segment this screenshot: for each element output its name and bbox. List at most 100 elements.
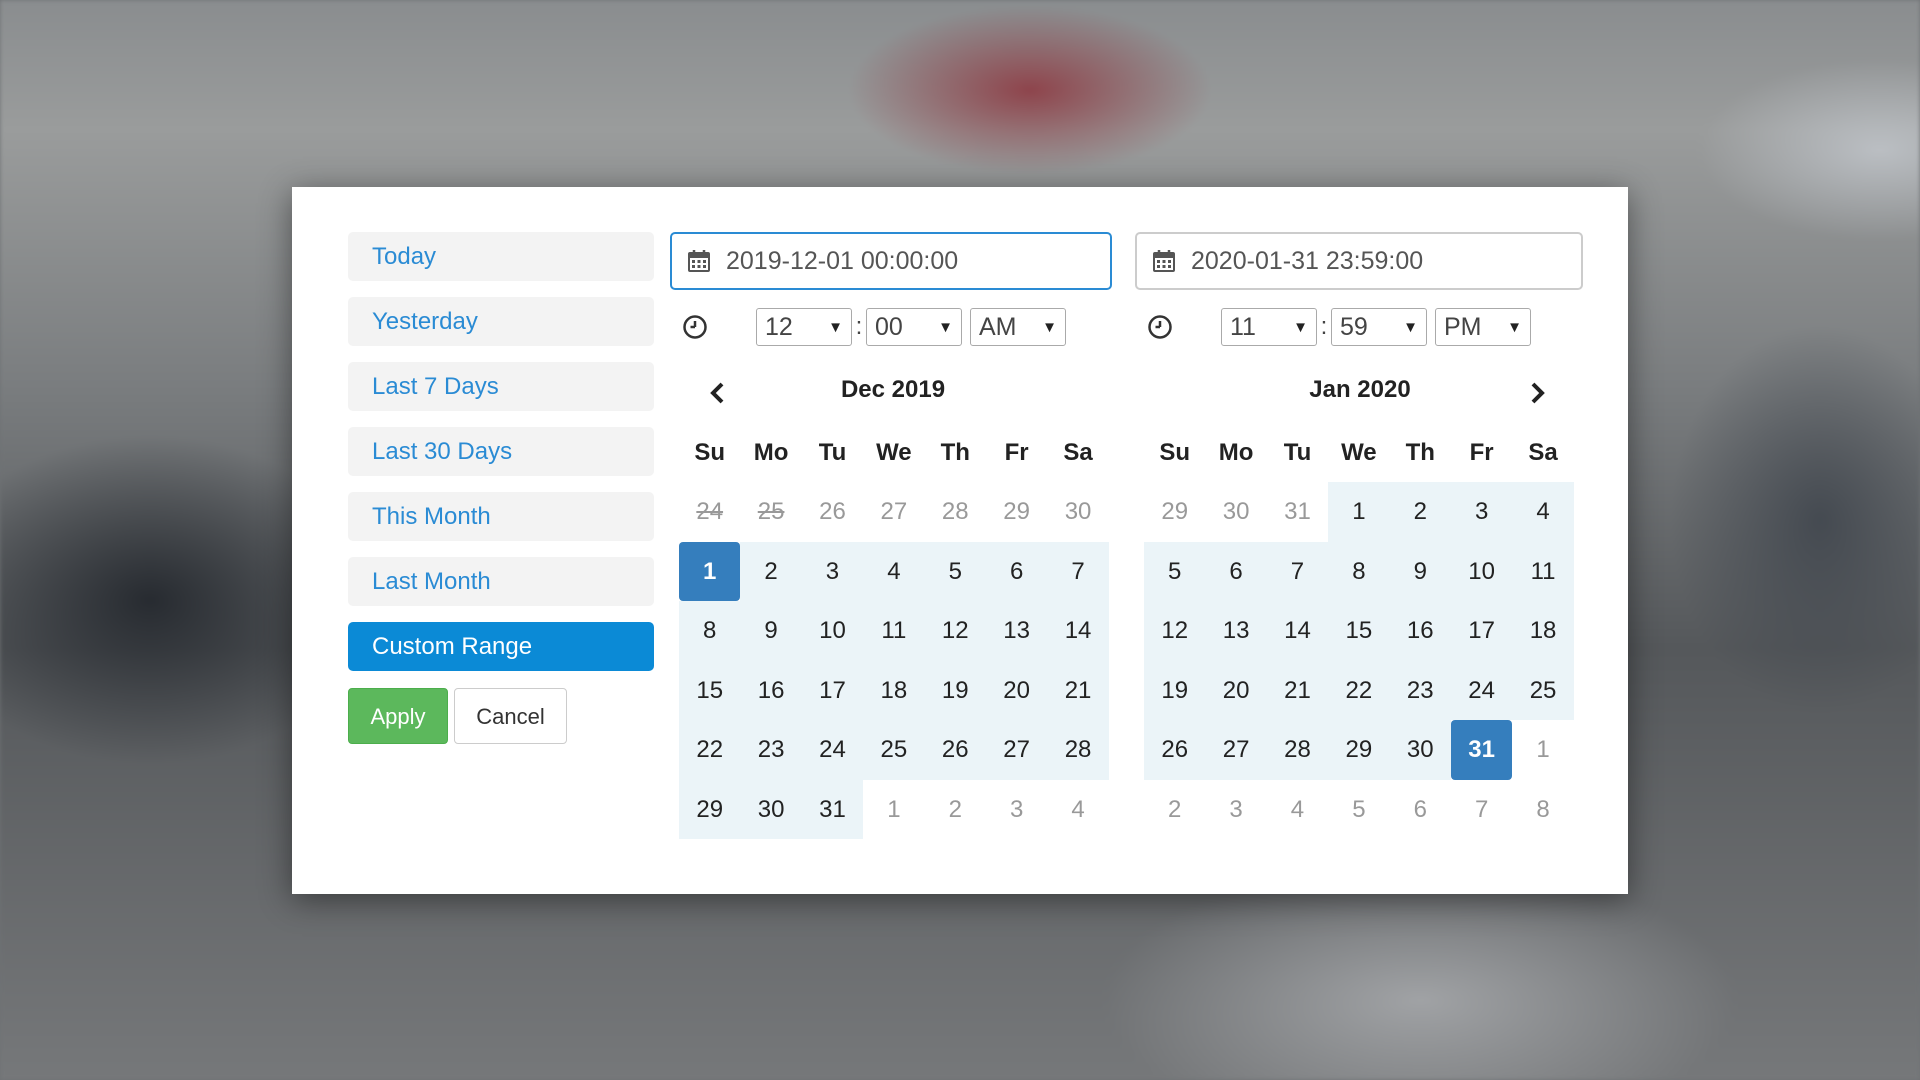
day-cell[interactable]: 27 [985, 720, 1048, 780]
day-cell[interactable]: 14 [1047, 601, 1109, 661]
day-cell[interactable]: 12 [924, 601, 986, 661]
start-date-input[interactable]: 2019-12-01 00:00:00 [670, 232, 1112, 290]
day-cell[interactable]: 31 [1266, 482, 1329, 542]
day-cell[interactable]: 9 [740, 601, 802, 661]
cancel-button[interactable]: Cancel [454, 688, 567, 744]
range-custom[interactable]: Custom Range [348, 622, 654, 671]
day-cell[interactable]: 15 [1328, 601, 1390, 661]
day-cell[interactable]: 16 [740, 660, 802, 720]
day-cell[interactable]: 3 [1450, 482, 1513, 542]
day-cell[interactable]: 31 [801, 779, 864, 839]
start-ampm-select[interactable]: AM ▼ [970, 308, 1066, 346]
selected-day-cell[interactable]: 31 [1450, 720, 1513, 780]
apply-button[interactable]: Apply [348, 688, 448, 744]
day-cell[interactable]: 28 [1266, 720, 1329, 780]
day-cell[interactable]: 29 [1144, 482, 1206, 542]
day-cell[interactable]: 17 [801, 660, 864, 720]
day-cell[interactable]: 30 [1047, 482, 1109, 542]
end-ampm-select[interactable]: PM ▼ [1435, 308, 1531, 346]
day-cell[interactable]: 24 [1450, 660, 1513, 720]
day-cell[interactable]: 12 [1144, 601, 1206, 661]
day-cell[interactable]: 30 [1205, 482, 1267, 542]
day-cell[interactable]: 16 [1389, 601, 1451, 661]
day-cell[interactable]: 4 [863, 541, 925, 601]
day-cell[interactable]: 4 [1512, 482, 1574, 542]
start-minute-select[interactable]: 00 ▼ [866, 308, 962, 346]
day-cell[interactable]: 7 [1047, 541, 1109, 601]
day-cell[interactable]: 1 [1512, 720, 1574, 780]
day-cell[interactable]: 13 [985, 601, 1048, 661]
day-cell[interactable]: 11 [1512, 541, 1574, 601]
day-cell[interactable]: 11 [863, 601, 925, 661]
day-cell[interactable]: 20 [1205, 660, 1267, 720]
day-cell[interactable]: 6 [985, 541, 1048, 601]
day-cell[interactable]: 25 [740, 482, 802, 542]
day-cell[interactable]: 2 [924, 779, 986, 839]
day-cell[interactable]: 19 [924, 660, 986, 720]
day-cell[interactable]: 29 [679, 779, 741, 839]
day-cell[interactable]: 19 [1144, 660, 1206, 720]
end-minute-select[interactable]: 59 ▼ [1331, 308, 1427, 346]
day-cell[interactable]: 28 [1047, 720, 1109, 780]
day-cell[interactable]: 8 [679, 601, 741, 661]
day-cell[interactable]: 10 [1450, 541, 1513, 601]
day-cell[interactable]: 18 [1512, 601, 1574, 661]
day-cell[interactable]: 26 [801, 482, 864, 542]
end-date-input[interactable]: 2020-01-31 23:59:00 [1135, 232, 1583, 290]
day-cell[interactable]: 2 [740, 541, 802, 601]
day-cell[interactable]: 22 [1328, 660, 1390, 720]
selected-day-cell[interactable]: 1 [679, 541, 741, 601]
day-cell[interactable]: 6 [1205, 541, 1267, 601]
day-cell[interactable]: 21 [1047, 660, 1109, 720]
day-cell[interactable]: 4 [1047, 779, 1109, 839]
day-cell[interactable]: 5 [1328, 779, 1390, 839]
day-cell[interactable]: 3 [1205, 779, 1267, 839]
day-cell[interactable]: 26 [1144, 720, 1206, 780]
day-cell[interactable]: 29 [985, 482, 1048, 542]
day-cell[interactable]: 8 [1512, 779, 1574, 839]
day-cell[interactable]: 24 [679, 482, 741, 542]
day-cell[interactable]: 10 [801, 601, 864, 661]
day-cell[interactable]: 30 [1389, 720, 1451, 780]
day-cell[interactable]: 27 [863, 482, 925, 542]
day-cell[interactable]: 7 [1266, 541, 1329, 601]
day-cell[interactable]: 30 [740, 779, 802, 839]
day-cell[interactable]: 8 [1328, 541, 1390, 601]
range-yesterday[interactable]: Yesterday [348, 297, 654, 346]
day-cell[interactable]: 18 [863, 660, 925, 720]
day-cell[interactable]: 9 [1389, 541, 1451, 601]
day-cell[interactable]: 27 [1205, 720, 1267, 780]
day-cell[interactable]: 22 [679, 720, 741, 780]
day-cell[interactable]: 24 [801, 720, 864, 780]
day-cell[interactable]: 5 [1144, 541, 1206, 601]
day-cell[interactable]: 1 [863, 779, 925, 839]
range-last-7-days[interactable]: Last 7 Days [348, 362, 654, 411]
day-cell[interactable]: 17 [1450, 601, 1513, 661]
day-cell[interactable]: 15 [679, 660, 741, 720]
day-cell[interactable]: 2 [1144, 779, 1206, 839]
end-hour-select[interactable]: 11 ▼ [1221, 308, 1317, 346]
range-last-30-days[interactable]: Last 30 Days [348, 427, 654, 476]
day-cell[interactable]: 26 [924, 720, 986, 780]
day-cell[interactable]: 20 [985, 660, 1048, 720]
day-cell[interactable]: 29 [1328, 720, 1390, 780]
day-cell[interactable]: 13 [1205, 601, 1267, 661]
day-cell[interactable]: 2 [1389, 482, 1451, 542]
day-cell[interactable]: 21 [1266, 660, 1329, 720]
range-today[interactable]: Today [348, 232, 654, 281]
range-last-month[interactable]: Last Month [348, 557, 654, 606]
day-cell[interactable]: 23 [1389, 660, 1451, 720]
day-cell[interactable]: 6 [1389, 779, 1451, 839]
range-this-month[interactable]: This Month [348, 492, 654, 541]
day-cell[interactable]: 4 [1266, 779, 1329, 839]
day-cell[interactable]: 1 [1328, 482, 1390, 542]
day-cell[interactable]: 5 [924, 541, 986, 601]
day-cell[interactable]: 23 [740, 720, 802, 780]
day-cell[interactable]: 3 [985, 779, 1048, 839]
next-month-button[interactable] [1521, 376, 1555, 410]
day-cell[interactable]: 25 [863, 720, 925, 780]
day-cell[interactable]: 28 [924, 482, 986, 542]
day-cell[interactable]: 3 [801, 541, 864, 601]
day-cell[interactable]: 25 [1512, 660, 1574, 720]
day-cell[interactable]: 7 [1450, 779, 1513, 839]
